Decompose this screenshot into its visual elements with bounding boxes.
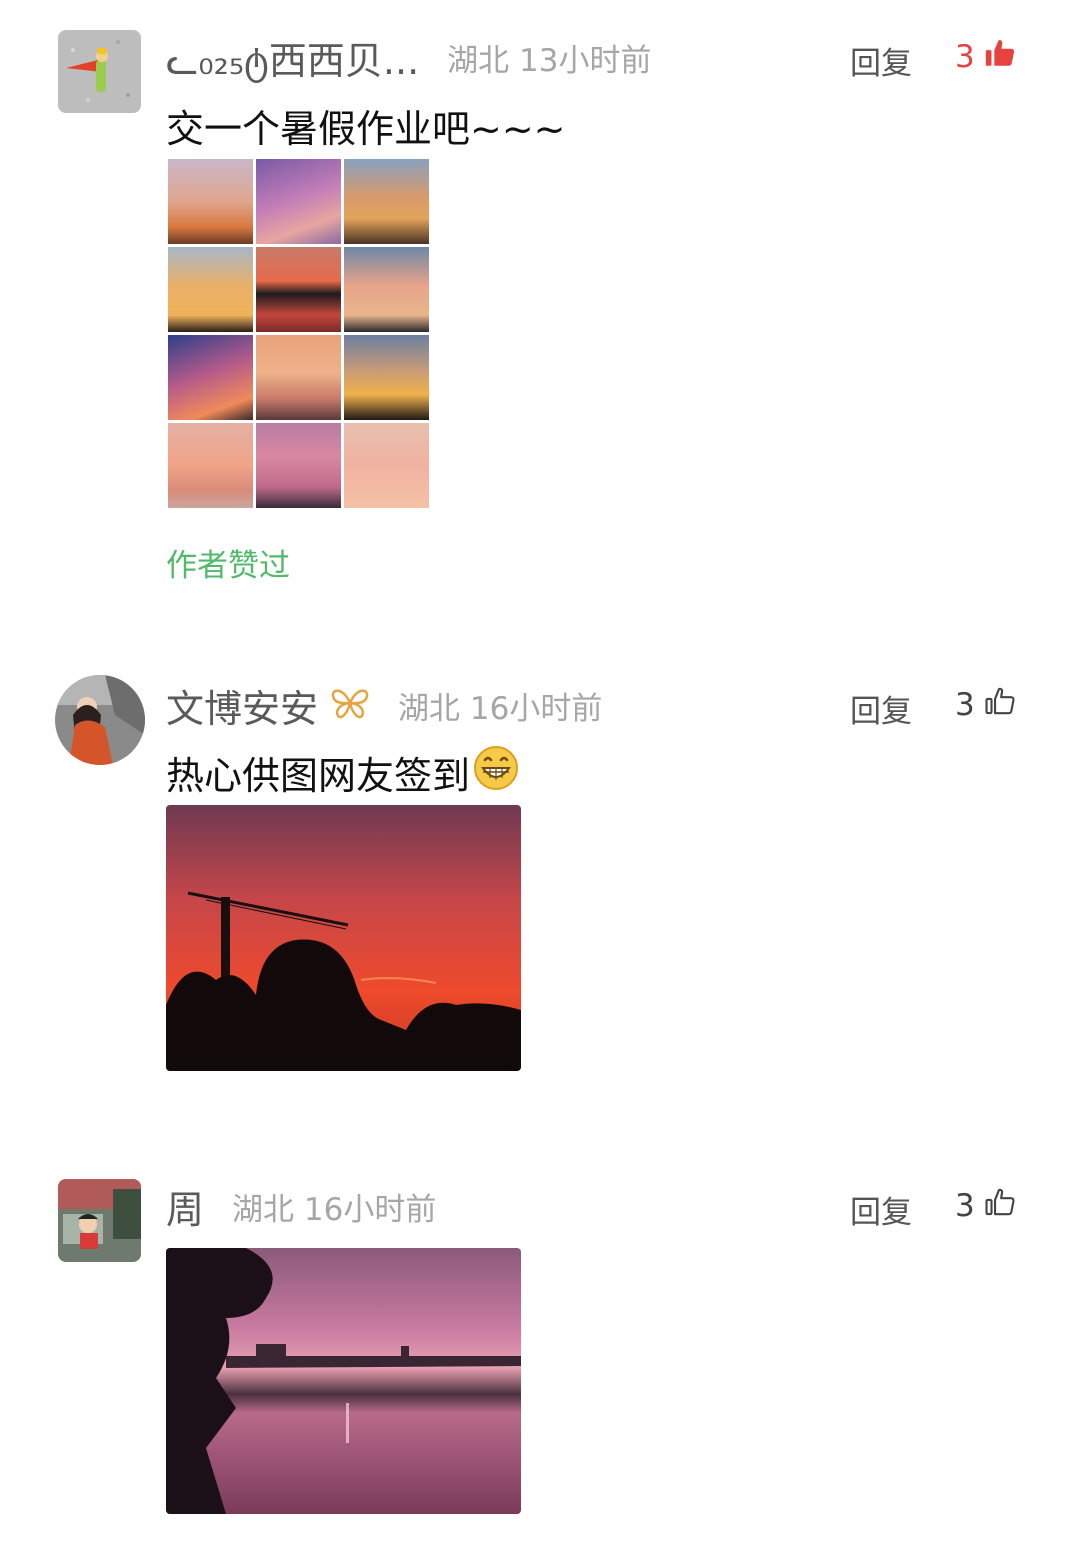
location: 湖北 [447, 42, 510, 79]
like-count: 3 [955, 1188, 975, 1224]
image-thumbnail[interactable] [344, 247, 429, 332]
like-button[interactable]: 3 [955, 36, 1017, 78]
thumbs-up-icon [983, 1185, 1017, 1227]
username[interactable]: ᓚ₀₂₅ტ西西贝... [166, 30, 419, 85]
image-thumbnail[interactable] [168, 423, 253, 508]
location: 湖北 [398, 690, 461, 727]
grinning-emoji-icon [472, 744, 520, 801]
like-button[interactable]: 3 [955, 1185, 1017, 1227]
timestamp: 13小时前 [519, 42, 652, 79]
image-thumbnail[interactable] [168, 247, 253, 332]
like-count: 3 [955, 39, 975, 75]
location-time: 湖北 16小时前 [398, 683, 602, 728]
thumbs-up-icon [983, 684, 1017, 726]
thumbs-up-icon [983, 36, 1017, 78]
image-thumbnail[interactable] [168, 159, 253, 244]
reply-button[interactable]: 回复 [850, 38, 912, 83]
image-thumbnail[interactable] [256, 423, 341, 508]
author-liked-label: 作者赞过 [166, 548, 290, 584]
butterfly-badge-icon [330, 686, 370, 724]
comment-header: 文博安安 湖北 16小时前 [166, 683, 602, 731]
avatar[interactable] [55, 675, 145, 765]
comment-header: ᓚ₀₂₅ტ西西贝... 湖北 13小时前 [166, 35, 651, 83]
avatar[interactable] [58, 30, 141, 113]
image-thumbnail[interactable] [344, 335, 429, 420]
comment-photo[interactable] [166, 1248, 521, 1514]
image-grid [168, 159, 430, 509]
reply-button[interactable]: 回复 [850, 1187, 912, 1232]
reply-button[interactable]: 回复 [850, 686, 912, 731]
comment-photo[interactable] [166, 805, 521, 1071]
avatar[interactable] [58, 1179, 141, 1262]
image-thumbnail[interactable] [256, 247, 341, 332]
username[interactable]: 文博安安 [166, 678, 318, 733]
location-time: 湖北 16小时前 [232, 1184, 436, 1229]
image-thumbnail[interactable] [344, 423, 429, 508]
timestamp: 16小时前 [469, 690, 603, 727]
image-thumbnail[interactable] [168, 335, 253, 420]
like-button[interactable]: 3 [955, 684, 1017, 726]
image-thumbnail[interactable] [344, 159, 429, 244]
comment-text: 热心供图网友签到 [166, 744, 520, 801]
username[interactable]: 周 [166, 1179, 204, 1234]
timestamp: 16小时前 [303, 1191, 437, 1228]
location-time: 湖北 13小时前 [447, 35, 651, 80]
image-thumbnail[interactable] [256, 159, 341, 244]
location: 湖北 [232, 1191, 295, 1228]
comment-text-content: 热心供图网友签到 [166, 754, 471, 798]
like-count: 3 [955, 687, 975, 723]
image-thumbnail[interactable] [256, 335, 341, 420]
comment-text: 交一个暑假作业吧~~~ [166, 107, 566, 151]
comment-header: 周 湖北 16小时前 [166, 1184, 436, 1232]
